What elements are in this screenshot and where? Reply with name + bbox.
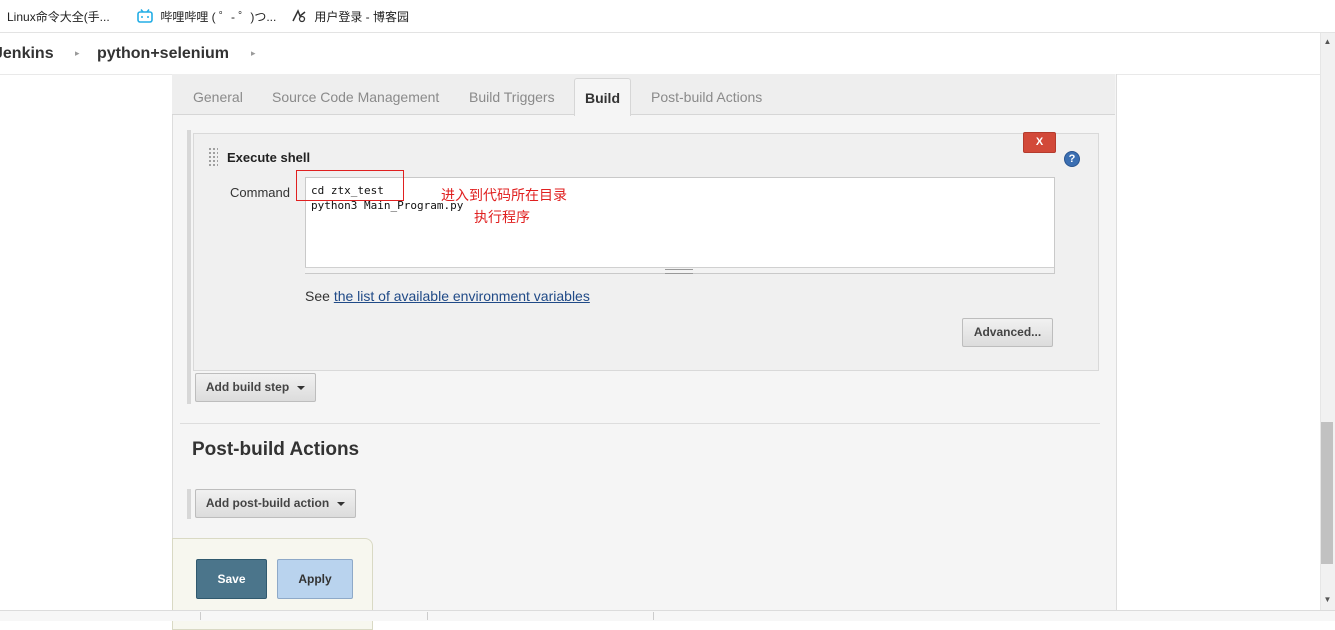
chevron-down-icon [297,385,306,390]
breadcrumb: Jenkins ▸ python+selenium ▸ [0,33,1320,75]
add-build-step-button[interactable]: Add build step [195,373,316,402]
add-post-build-label: Add post-build action [205,496,330,510]
delete-step-button[interactable]: X [1023,132,1056,153]
breadcrumb-separator[interactable]: ▸ [251,48,256,59]
annotation-cd: 进入到代码所在目录 [441,187,567,203]
post-build-title: Post-build Actions [192,439,360,460]
drag-handle-icon[interactable] [208,147,218,167]
bookmark-bilibili[interactable]: 哔哩哔哩 ( ゜- ゜)つ... [137,8,276,25]
scrollbar-thumb[interactable] [1321,422,1333,564]
annotation-highlight-box [296,170,404,201]
tab-general[interactable]: General [193,89,243,105]
command-textarea[interactable] [305,177,1055,274]
bookmark-label: 用户登录 - 博客园 [314,10,410,24]
add-build-step-label: Add build step [205,380,290,394]
scroll-down-icon[interactable]: ▼ [1320,595,1335,604]
bookmark-label: 哔哩哔哩 ( ゜- ゜)つ... [160,10,277,24]
config-tabs: General Source Code Management Build Tri… [172,74,1115,115]
chevron-down-icon [337,501,346,506]
command-label: Command [230,185,290,200]
step-title: Execute shell [227,150,311,165]
annotation-run: 执行程序 [474,209,530,225]
tab-build[interactable]: Build [574,78,631,116]
bookmark-linux[interactable]: Linux命令大全(手... [7,8,110,25]
save-button[interactable]: Save [196,559,267,599]
bookmarks-bar: Linux命令大全(手... 哔哩哔哩 ( ゜- ゜)つ... 用户登录 - 博… [0,0,1335,33]
build-step-drag-bar [187,130,191,404]
bookmark-cnblogs[interactable]: 用户登录 - 博客园 [291,8,409,25]
advanced-button[interactable]: Advanced... [962,318,1053,347]
status-divider [653,612,654,620]
status-divider [200,612,201,620]
tab-build-triggers[interactable]: Build Triggers [469,89,555,105]
scroll-up-icon[interactable]: ▲ [1320,37,1335,46]
breadcrumb-job[interactable]: python+selenium [97,45,229,63]
post-build-drag-bar [187,489,191,519]
status-divider [427,612,428,620]
bookmark-label: Linux命令大全(手... [7,10,110,24]
help-icon[interactable]: ? [1064,151,1080,167]
section-divider [180,423,1100,424]
bilibili-icon [137,9,153,23]
apply-button[interactable]: Apply [277,559,353,599]
tab-source-code-management[interactable]: Source Code Management [272,89,439,105]
tab-post-build-actions[interactable]: Post-build Actions [651,89,762,105]
breadcrumb-separator[interactable]: ▸ [75,48,80,59]
breadcrumb-jenkins[interactable]: Jenkins [0,45,54,63]
see-prefix: See [305,288,334,304]
resize-grip-icon[interactable] [665,269,693,274]
cnblogs-icon [291,9,306,23]
env-variables-link[interactable]: the list of available environment variab… [334,288,590,304]
add-post-build-action-button[interactable]: Add post-build action [195,489,356,518]
env-variables-hint: See the list of available environment va… [305,288,590,304]
tab-build-label: Build [585,90,620,106]
